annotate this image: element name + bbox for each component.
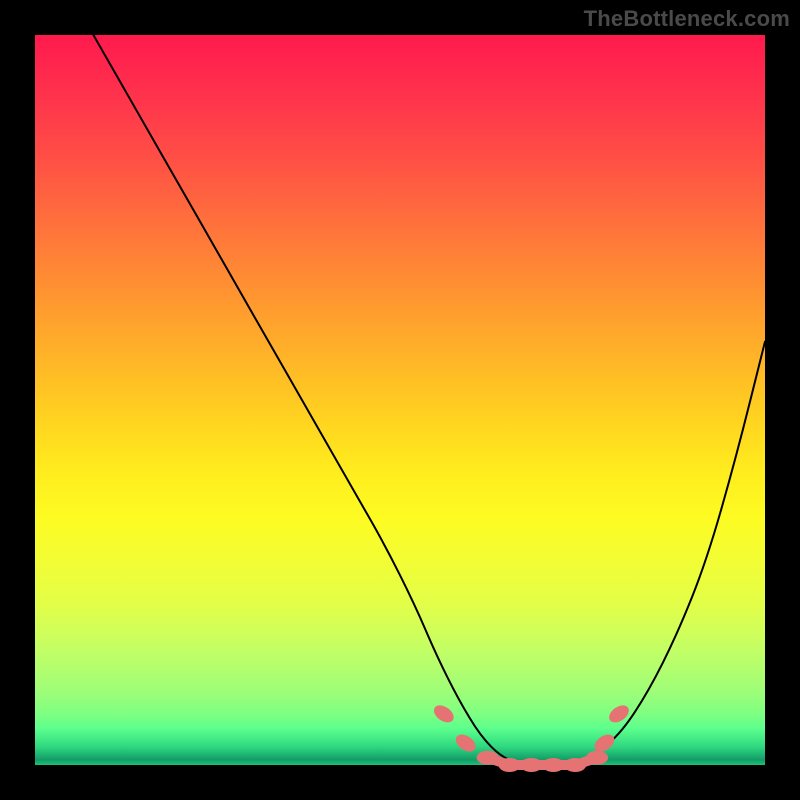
flat-bottom-markers: [431, 702, 632, 772]
bottleneck-curve: [93, 35, 765, 765]
plot-area: [35, 35, 765, 765]
branding-text: TheBottleneck.com: [584, 6, 790, 32]
chart-overlay: [35, 35, 765, 765]
chart-frame: TheBottleneck.com: [0, 0, 800, 800]
